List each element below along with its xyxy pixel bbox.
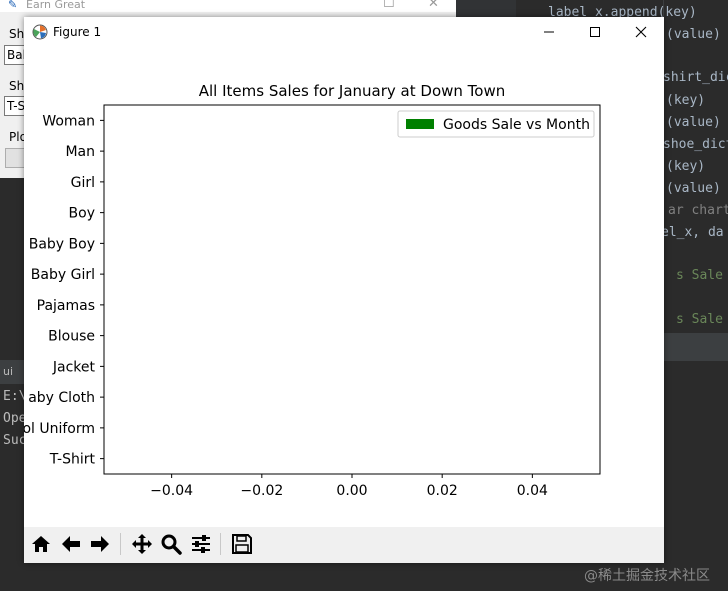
y-tick-label: aby Cloth: [28, 390, 95, 406]
maximize-button[interactable]: [572, 17, 618, 47]
legend-swatch: [406, 119, 434, 129]
tk-label-2: Sh: [9, 79, 25, 93]
y-tick-label: Man: [65, 144, 95, 160]
tk-window-title: Earn Great: [26, 0, 86, 11]
tk-label-1: Sh: [9, 27, 25, 41]
close-icon[interactable]: ✕: [428, 0, 439, 11]
save-button[interactable]: [228, 530, 256, 558]
code-line: shirt_dic: [663, 70, 728, 85]
zoom-icon: [161, 534, 182, 555]
configure-button[interactable]: [187, 530, 215, 558]
code-line: s Sale vs: [676, 268, 723, 283]
code-line: (key): [666, 159, 706, 174]
watermark: @稀土掘金技术社区: [584, 568, 710, 584]
console-tab-label: ui: [3, 365, 14, 378]
matplotlib-icon: [32, 24, 48, 40]
x-tick-label: 0.00: [336, 483, 367, 499]
x-tick-label: −0.04: [150, 483, 193, 499]
code-line: (value): [666, 27, 721, 42]
pan-button[interactable]: [128, 530, 156, 558]
y-tick-label: Boy: [69, 206, 95, 222]
maximize-icon: [590, 27, 600, 37]
close-button[interactable]: [618, 17, 664, 47]
arrow-left-icon: [62, 536, 80, 552]
x-tick-label: 0.04: [517, 483, 548, 499]
console-line: Suc: [3, 433, 27, 448]
x-tick-label: −0.02: [240, 483, 283, 499]
toolbar-separator: [120, 533, 121, 555]
tk-titlebar: ✎ Earn Great ☐ ✕: [0, 0, 456, 12]
y-tick-label: Woman: [42, 113, 95, 129]
move-icon: [132, 534, 152, 554]
forward-button[interactable]: [86, 530, 114, 558]
y-tick-label: Baby Girl: [31, 267, 95, 283]
code-line: (value): [666, 181, 721, 196]
figure-toolbar: [24, 527, 664, 563]
y-tick-label: Blouse: [48, 329, 95, 345]
chart-title: All Items Sales for January at Down Town: [199, 82, 506, 100]
code-line: shoe_dict: [663, 137, 728, 152]
back-button[interactable]: [57, 530, 85, 558]
feather-icon: ✎: [8, 0, 18, 11]
console-line: Ope: [3, 411, 27, 426]
y-tick-label: Pajamas: [37, 298, 95, 314]
legend-label: Goods Sale vs Month: [443, 117, 590, 133]
minimize-button[interactable]: [526, 17, 572, 47]
y-tick-label: T-Shirt: [49, 452, 96, 468]
maximize-icon[interactable]: ☐: [383, 0, 395, 11]
figure-window: Figure 1 All Items Sales for January at …: [24, 17, 664, 563]
y-tick-label: Jacket: [52, 359, 96, 375]
save-icon: [232, 534, 252, 554]
console-tab[interactable]: ui: [0, 360, 24, 384]
code-line: el_x, da: [661, 225, 724, 240]
y-tick-label: Baby Boy: [29, 236, 95, 252]
code-line: s Sale vs: [676, 312, 723, 327]
arrow-right-icon: [91, 536, 109, 552]
y-tick-label: Girl: [71, 175, 95, 191]
console-line: E:\: [3, 389, 27, 404]
y-tick-label: ol Uniform: [24, 421, 95, 437]
code-line: ar chart: [668, 203, 728, 218]
figure-title: Figure 1: [53, 25, 102, 39]
sliders-icon: [192, 535, 210, 553]
code-line: (key): [666, 93, 706, 108]
toolbar-separator: [220, 533, 221, 555]
minimize-icon: [544, 31, 554, 33]
axes-frame: [103, 104, 601, 475]
figure-titlebar: Figure 1: [24, 17, 664, 47]
x-tick-label: 0.02: [427, 483, 458, 499]
zoom-button[interactable]: [157, 530, 185, 558]
code-line: (value): [666, 115, 721, 130]
home-icon: [32, 536, 50, 552]
home-button[interactable]: [27, 530, 55, 558]
plot-canvas[interactable]: All Items Sales for January at Down Town…: [24, 47, 664, 527]
close-icon: [635, 26, 647, 38]
